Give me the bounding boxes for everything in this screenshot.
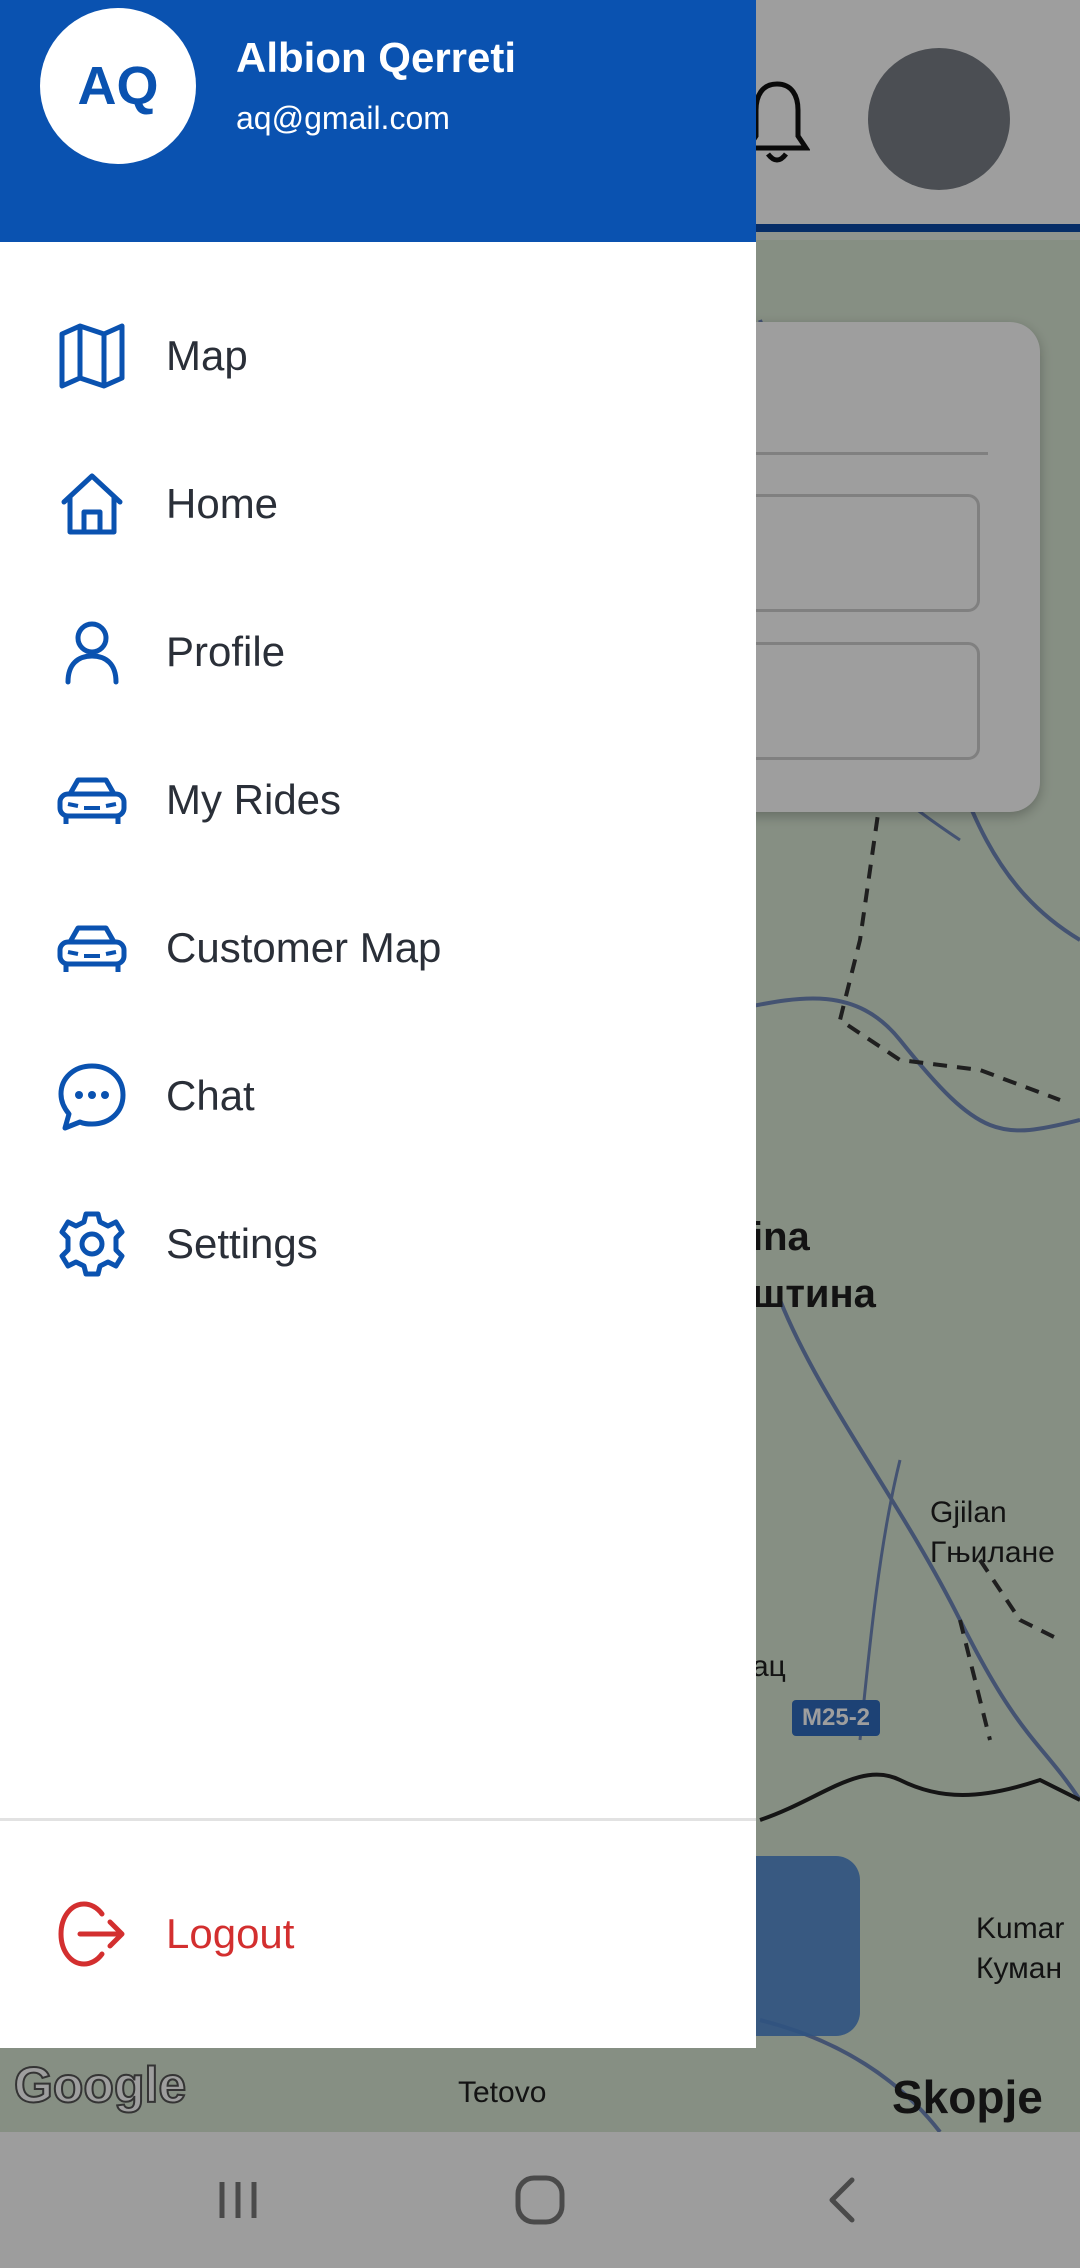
menu-item-profile[interactable]: Profile: [0, 578, 756, 726]
car-icon: [56, 912, 128, 984]
menu-item-map[interactable]: Map: [0, 282, 756, 430]
menu-divider: [0, 1818, 756, 1821]
user-email: aq@gmail.com: [236, 100, 450, 136]
drawer-menu: Map Home Profile My Rides Customer Map C…: [0, 282, 756, 1318]
menu-item-label: Chat: [166, 1072, 255, 1119]
drawer-header: AQ Albion Qerreti aq@gmail.com: [0, 0, 756, 242]
user-avatar: AQ: [40, 8, 196, 164]
menu-item-label: Map: [166, 332, 248, 379]
home-circle-icon: [515, 2175, 565, 2225]
map-icon: [56, 320, 128, 392]
logout-button[interactable]: Logout: [0, 1860, 756, 2008]
menu-item-label: Settings: [166, 1220, 318, 1267]
chat-bubble-icon: [56, 1060, 128, 1132]
menu-item-label: Customer Map: [166, 924, 442, 971]
navigation-drawer: AQ Albion Qerreti aq@gmail.com Map Home …: [0, 0, 756, 2048]
menu-item-settings[interactable]: Settings: [0, 1170, 756, 1318]
home-nav-button[interactable]: [500, 2160, 580, 2240]
back-arrow-icon: [829, 2177, 855, 2223]
menu-item-my-rides[interactable]: My Rides: [0, 726, 756, 874]
home-icon: [56, 468, 128, 540]
car-icon: [56, 764, 128, 836]
person-icon: [56, 616, 128, 688]
menu-item-customer-map[interactable]: Customer Map: [0, 874, 756, 1022]
recent-apps-button[interactable]: [198, 2160, 278, 2240]
gear-icon: [56, 1208, 128, 1280]
system-navigation-bar: [0, 2132, 1080, 2268]
logout-label: Logout: [166, 1910, 295, 1957]
user-name: Albion Qerreti: [236, 34, 517, 81]
back-nav-button[interactable]: [804, 2160, 884, 2240]
recent-apps-icon: [219, 2182, 257, 2218]
menu-item-label: My Rides: [166, 776, 342, 823]
menu-item-home[interactable]: Home: [0, 430, 756, 578]
menu-item-label: Home: [166, 480, 279, 527]
logout-icon: [56, 1898, 128, 1970]
menu-item-chat[interactable]: Chat: [0, 1022, 756, 1170]
menu-item-label: Profile: [166, 628, 286, 675]
